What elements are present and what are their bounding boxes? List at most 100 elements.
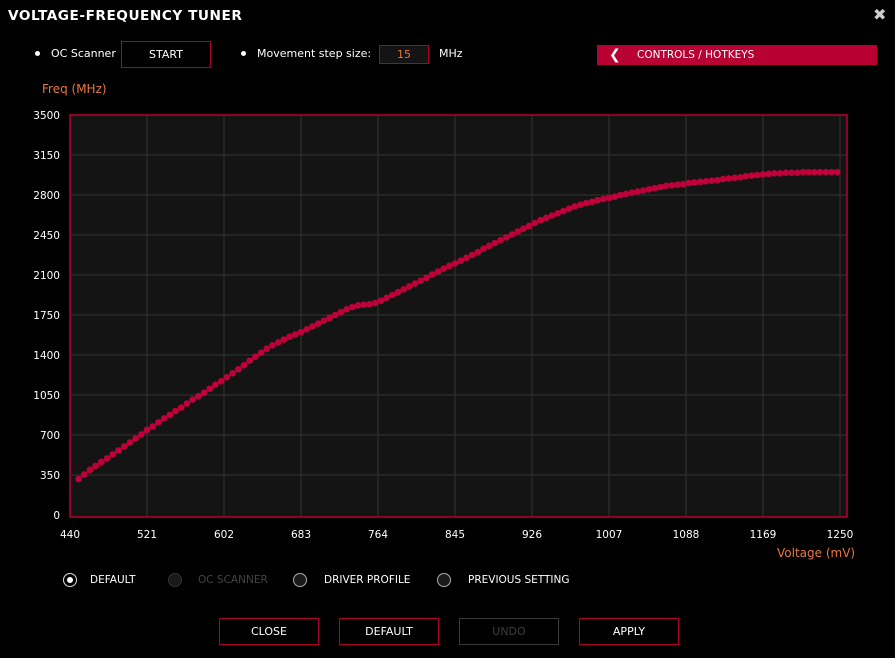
vf-point[interactable]: [645, 185, 653, 193]
vf-point[interactable]: [565, 205, 573, 213]
vf-point[interactable]: [525, 222, 533, 230]
vf-point[interactable]: [120, 443, 128, 450]
vf-point[interactable]: [177, 404, 185, 411]
vf-point[interactable]: [742, 172, 750, 180]
vf-point[interactable]: [440, 265, 447, 273]
vf-point[interactable]: [417, 277, 425, 285]
vf-point[interactable]: [109, 451, 117, 458]
vf-point[interactable]: [195, 392, 202, 400]
radio-default[interactable]: [63, 573, 77, 587]
vf-point[interactable]: [554, 209, 561, 217]
vf-point[interactable]: [246, 357, 253, 365]
vf-curve-chart[interactable]: 0 350 700 1050 1400 1750 2100 2450 2800 3150 3500 4…: [0, 0, 895, 560]
vf-point[interactable]: [263, 345, 271, 353]
vf-point[interactable]: [274, 339, 282, 346]
vf-point[interactable]: [662, 182, 670, 190]
vf-point[interactable]: [137, 431, 145, 438]
vf-point[interactable]: [577, 201, 584, 209]
default-button[interactable]: DEFAULT: [339, 618, 439, 645]
vf-point[interactable]: [423, 274, 430, 282]
vf-point[interactable]: [474, 248, 482, 256]
vf-point[interactable]: [782, 169, 790, 177]
vf-point[interactable]: [736, 173, 744, 181]
vf-point[interactable]: [725, 175, 733, 182]
vf-point[interactable]: [748, 172, 755, 179]
vf-point[interactable]: [354, 301, 362, 309]
vf-point[interactable]: [366, 300, 373, 308]
vf-point[interactable]: [160, 415, 168, 422]
vf-point[interactable]: [468, 251, 476, 259]
vf-point[interactable]: [685, 179, 693, 187]
vf-point[interactable]: [383, 294, 390, 302]
apply-button[interactable]: APPLY: [579, 618, 679, 645]
vf-point[interactable]: [115, 447, 122, 454]
vf-point[interactable]: [833, 168, 841, 176]
vf-point[interactable]: [679, 180, 687, 188]
vf-point[interactable]: [691, 179, 698, 186]
vf-point[interactable]: [371, 299, 379, 307]
vf-point[interactable]: [445, 262, 453, 270]
vf-point[interactable]: [434, 268, 442, 275]
vf-point[interactable]: [183, 400, 191, 407]
vf-point[interactable]: [291, 331, 299, 338]
vf-point[interactable]: [594, 196, 601, 204]
vf-point[interactable]: [149, 423, 157, 430]
vf-point[interactable]: [480, 245, 487, 253]
vf-point[interactable]: [451, 260, 459, 267]
vf-point[interactable]: [753, 171, 761, 179]
vf-point[interactable]: [628, 189, 636, 197]
vf-point[interactable]: [731, 174, 738, 182]
radio-driver-profile[interactable]: [293, 573, 307, 587]
vf-point[interactable]: [542, 214, 550, 222]
vf-point[interactable]: [172, 407, 179, 415]
vf-point[interactable]: [132, 435, 139, 442]
radio-previous-setting[interactable]: [437, 573, 451, 587]
vf-point[interactable]: [514, 228, 522, 235]
vf-point[interactable]: [696, 178, 704, 186]
vf-point[interactable]: [634, 188, 641, 195]
vf-point[interactable]: [811, 168, 818, 176]
vf-point[interactable]: [674, 181, 681, 189]
vf-point[interactable]: [200, 389, 208, 397]
vf-point[interactable]: [98, 458, 105, 466]
vf-point[interactable]: [822, 168, 830, 176]
vf-point[interactable]: [257, 349, 265, 357]
vf-point[interactable]: [719, 175, 727, 183]
vf-point[interactable]: [229, 369, 236, 377]
vf-point[interactable]: [217, 377, 225, 385]
vf-point[interactable]: [360, 301, 368, 309]
vf-point[interactable]: [75, 475, 82, 483]
vf-point[interactable]: [622, 190, 630, 198]
vf-point[interactable]: [531, 219, 539, 227]
vf-point[interactable]: [497, 236, 504, 244]
vf-point[interactable]: [234, 365, 242, 373]
vf-point[interactable]: [771, 169, 778, 177]
vf-point[interactable]: [491, 239, 499, 247]
vf-point[interactable]: [80, 471, 88, 478]
vf-point[interactable]: [508, 231, 516, 238]
vf-point[interactable]: [212, 381, 219, 389]
vf-point[interactable]: [428, 271, 436, 278]
vf-point[interactable]: [651, 184, 658, 192]
vf-point[interactable]: [286, 333, 293, 341]
vf-point[interactable]: [143, 426, 151, 434]
vf-point[interactable]: [189, 396, 196, 403]
vf-point[interactable]: [537, 216, 544, 224]
vf-point[interactable]: [605, 194, 613, 202]
vf-point[interactable]: [303, 325, 311, 333]
vf-point[interactable]: [571, 203, 579, 210]
vf-point[interactable]: [320, 317, 328, 325]
vf-point[interactable]: [548, 212, 556, 219]
vf-point[interactable]: [400, 285, 407, 293]
vf-point[interactable]: [668, 181, 676, 189]
vf-point[interactable]: [799, 168, 807, 176]
vf-point[interactable]: [326, 314, 333, 322]
vf-point[interactable]: [269, 341, 276, 349]
vf-point[interactable]: [337, 308, 345, 316]
vf-point[interactable]: [805, 168, 812, 176]
vf-point[interactable]: [411, 280, 419, 287]
vf-point[interactable]: [702, 177, 710, 185]
vf-point[interactable]: [223, 373, 231, 381]
vf-point[interactable]: [828, 168, 835, 176]
vf-point[interactable]: [503, 233, 510, 241]
